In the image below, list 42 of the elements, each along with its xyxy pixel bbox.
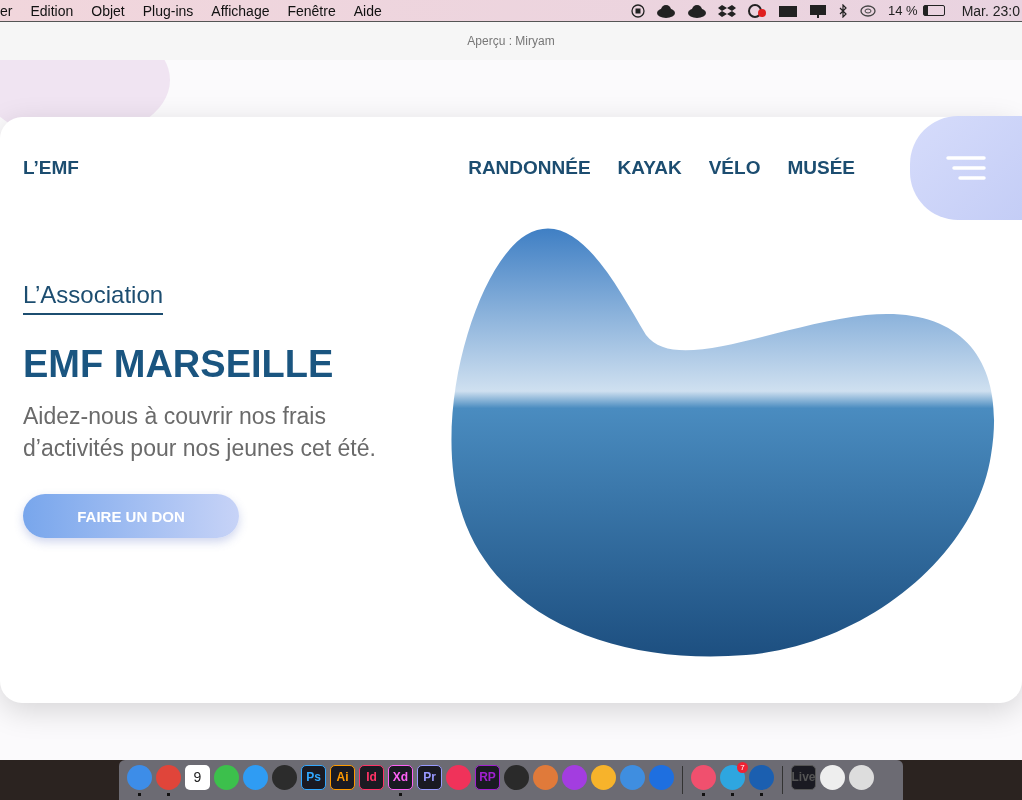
cloud-icon[interactable] [656,3,676,18]
section-label: L’Association [23,281,164,315]
notification-badge: 7 [737,762,748,773]
menu-icon [946,156,986,180]
sync-icon[interactable] [747,3,767,18]
app-icon[interactable]: Pr [417,764,442,790]
menu-item[interactable]: er [0,2,13,19]
display-icon[interactable] [809,3,827,18]
site-logo[interactable]: L’EMF [23,157,79,179]
app-icon[interactable] [214,764,239,790]
battery-icon[interactable] [922,5,945,16]
clock[interactable]: Mar. 23:0 [961,2,1020,19]
cloud-icon[interactable] [687,3,707,18]
nav-link[interactable]: MUSÉE [787,157,855,179]
menu-item[interactable]: Affichage [211,2,270,19]
app-icon[interactable]: Xd [388,764,413,790]
menu-button[interactable] [910,116,1022,220]
app-icon[interactable]: Ps [301,764,326,790]
nav-link[interactable]: VÉLO [708,157,761,179]
menu-item[interactable]: Aide [353,2,382,19]
battery-percent[interactable]: 14 % [888,3,918,18]
bluetooth-icon[interactable] [838,3,848,18]
menu-item[interactable]: Plug-ins [142,2,194,19]
app-icon[interactable] [272,764,297,790]
swirl-icon[interactable] [859,3,877,18]
record-icon[interactable] [631,3,645,18]
calendar-icon[interactable]: 9 [185,764,210,790]
app-icon[interactable]: Id [359,764,384,790]
menu-item[interactable]: Edition [30,2,74,19]
app-icon[interactable] [849,764,874,790]
nav-link[interactable]: RANDONNÉE [468,157,591,179]
menu-item[interactable]: Fenêtre [287,2,336,19]
app-icon[interactable] [820,764,845,790]
nav-link[interactable]: KAYAK [617,157,682,179]
menu-item[interactable]: Objet [91,2,125,19]
app-icon[interactable] [720,764,745,790]
app-icon[interactable]: Ai [330,764,355,790]
app-icon[interactable] [591,764,616,790]
window-title: Aperçu : Miryam [467,34,555,48]
app-icon[interactable] [504,764,529,790]
hero-subtitle: Aidez-nous à couvrir nos frais d’activités pour nos jeunes cet été. [23,402,377,463]
hero-heading: EMF MARSEILLE [23,343,334,386]
